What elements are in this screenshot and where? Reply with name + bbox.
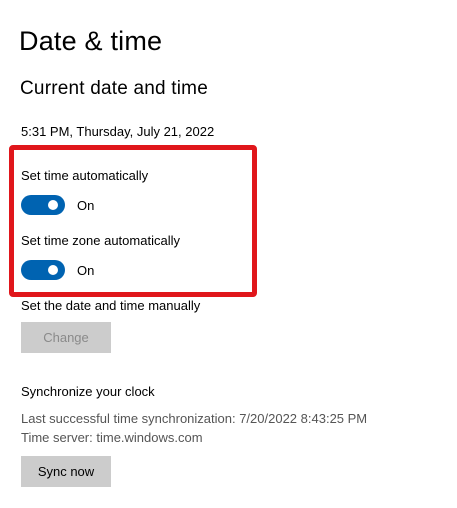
set-timezone-automatically-toggle[interactable] bbox=[21, 260, 65, 280]
change-button[interactable]: Change bbox=[21, 322, 111, 353]
current-date-time-heading: Current date and time bbox=[20, 78, 208, 99]
set-time-automatically-label: Set time automatically bbox=[21, 168, 149, 183]
set-timezone-automatically-label: Set time zone automatically bbox=[21, 233, 180, 248]
set-date-time-manually-label: Set the date and time manually bbox=[21, 298, 201, 313]
toggle-knob bbox=[48, 265, 58, 275]
page-title: Date & time bbox=[19, 26, 163, 56]
toggle-knob bbox=[48, 200, 58, 210]
set-timezone-automatically-state: On bbox=[77, 263, 95, 278]
set-time-automatically-toggle[interactable] bbox=[21, 195, 65, 215]
synchronize-clock-heading: Synchronize your clock bbox=[21, 384, 155, 399]
set-time-automatically-state: On bbox=[77, 198, 95, 213]
last-sync-text: Last successful time synchronization: 7/… bbox=[21, 411, 368, 426]
time-server-text: Time server: time.windows.com bbox=[21, 430, 203, 445]
current-datetime-value: 5:31 PM, Thursday, July 21, 2022 bbox=[21, 124, 215, 139]
sync-now-button[interactable]: Sync now bbox=[21, 456, 111, 487]
